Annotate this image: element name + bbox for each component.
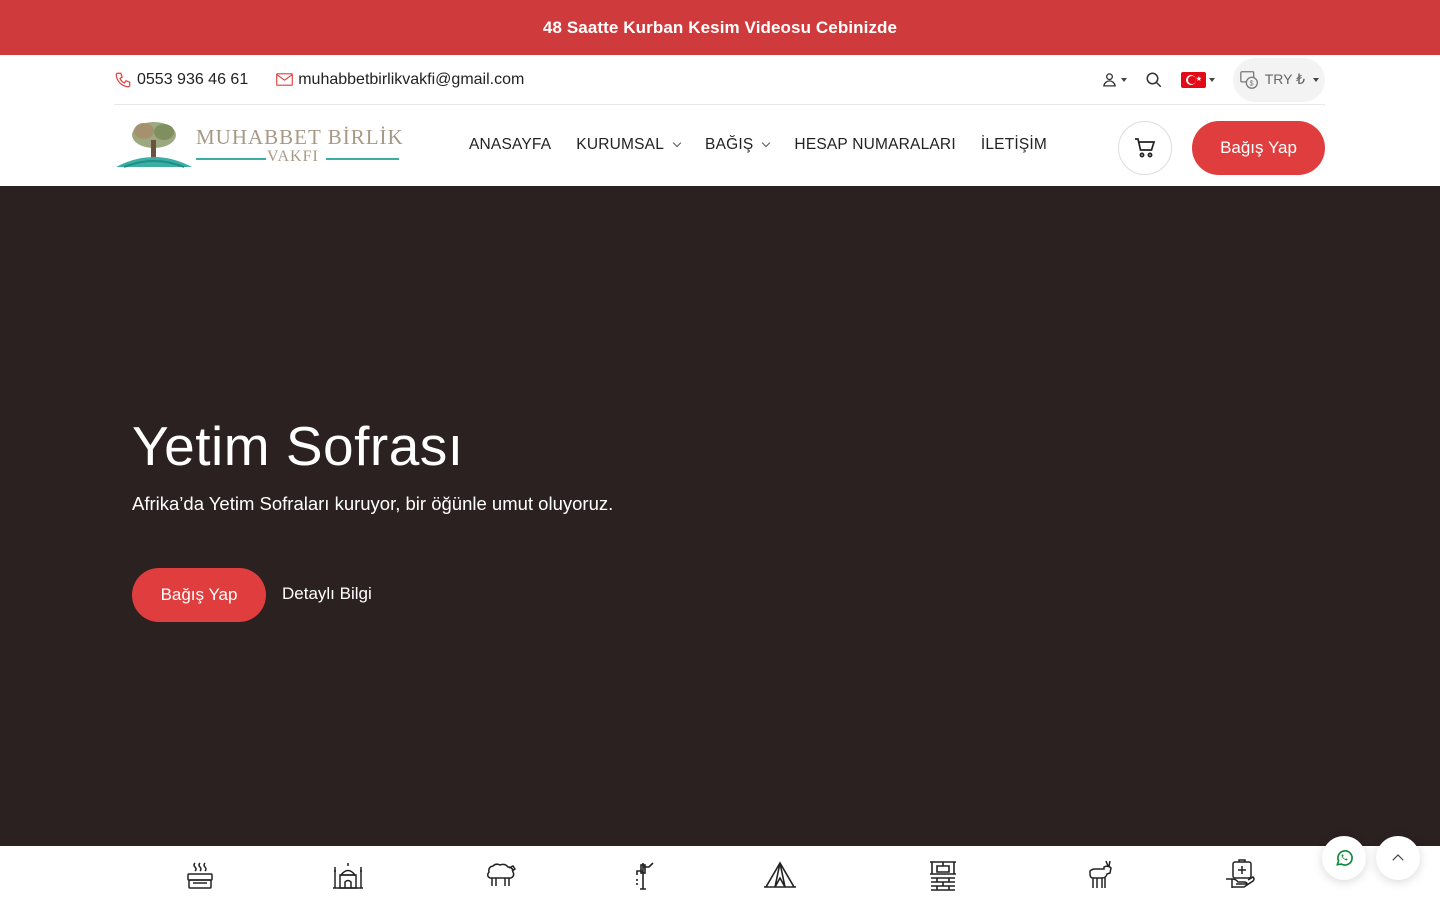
announcement-text: 48 Saatte Kurban Kesim Videosu Cebinizde [542,17,898,37]
water-pump-icon[interactable] [626,858,660,892]
chevron-up-icon [1392,854,1404,861]
goat-icon[interactable] [1083,858,1117,892]
cart-icon [1135,138,1156,158]
whatsapp-button[interactable] [1322,836,1366,880]
nav-item-hesap-numaralari[interactable]: HESAP NUMARALARI [794,136,955,154]
site-logo[interactable]: MUHABBET BİRLİK VAKFI [114,115,403,175]
turkey-flag-icon: ★ [1180,71,1206,88]
health-aid-icon[interactable] [1223,858,1257,892]
nav-item-label: HESAP NUMARALARI [794,136,956,153]
currency-selector[interactable]: $ TRY ₺ [1232,57,1325,102]
food-box-icon[interactable] [183,858,217,892]
scroll-to-top-button[interactable] [1376,836,1420,880]
nav-item-kurumsal[interactable]: KURUMSAL [576,136,682,154]
caret-down-icon [1120,77,1127,82]
nav-menu: ANASAYFA KURUMSAL BAĞIŞ HESAP NUMARALARI… [469,136,1047,154]
chevron-down-icon [672,138,682,148]
user-icon [1102,73,1116,87]
nav-item-anasayfa[interactable]: ANASAYFA [469,136,551,154]
svg-text:$: $ [1249,78,1253,87]
announcement-bar[interactable]: 48 Saatte Kurban Kesim Videosu Cebinizde [0,0,1440,55]
mosque-icon[interactable] [331,858,365,892]
well-icon[interactable] [926,858,960,892]
logo-title: MUHABBET BİRLİK [196,125,404,149]
whatsapp-icon [1336,850,1353,866]
hero-banner: Yetim Sofrası Afrika’da Yetim Sofraları … [0,186,1440,846]
currency-icon: $ [1239,70,1258,89]
hero-subtitle: Afrika’da Yetim Sofraları kuruyor, bir ö… [132,493,614,514]
caret-down-icon [1208,77,1215,82]
phone-link[interactable]: 0553 936 46 61 [114,71,248,89]
nav-item-label: BAĞIŞ [705,136,754,153]
hero-donate-button[interactable]: Bağış Yap [132,568,266,622]
nav-item-label: KURUMSAL [576,136,665,153]
nav-item-label: ANASAYFA [469,136,552,153]
top-bar: 0553 936 46 61 muhabbetbirlikvakfi@gmail… [114,55,1325,105]
search-button[interactable] [1145,71,1163,89]
email-link[interactable]: muhabbetbirlikvakfi@gmail.com [276,71,524,89]
mail-icon [276,73,294,86]
language-selector[interactable]: ★ [1180,71,1215,88]
logo-divider [196,158,266,160]
tent-icon[interactable] [763,858,797,892]
logo-divider [326,158,399,160]
phone-number: 0553 936 46 61 [137,70,249,88]
nav-item-label: İLETİŞİM [980,136,1048,153]
header-donate-button[interactable]: Bağış Yap [1192,121,1325,175]
account-menu[interactable] [1101,71,1127,88]
search-icon [1146,72,1161,87]
caret-down-icon [1313,77,1319,82]
sheep-icon[interactable] [483,858,517,892]
tree-logo-icon [116,122,192,168]
hero-title: Yetim Sofrası [132,415,464,477]
nav-item-bagis[interactable]: BAĞIŞ [705,136,771,154]
nav-item-iletisim[interactable]: İLETİŞİM [981,136,1047,154]
top-right-tools: ★ $ TRY ₺ [1101,57,1325,102]
chevron-down-icon [762,138,771,148]
main-nav: MUHABBET BİRLİK VAKFI ANASAYFA KURUMSAL … [114,105,1325,185]
category-bar [118,846,1320,900]
currency-label: TRY ₺ [1264,71,1305,87]
phone-icon [115,72,131,87]
email-address: muhabbetbirlikvakfi@gmail.com [298,70,525,88]
hero-info-link[interactable]: Detaylı Bilgi [282,584,372,604]
cart-button[interactable] [1118,121,1172,175]
logo-subtitle: VAKFI [267,148,319,165]
